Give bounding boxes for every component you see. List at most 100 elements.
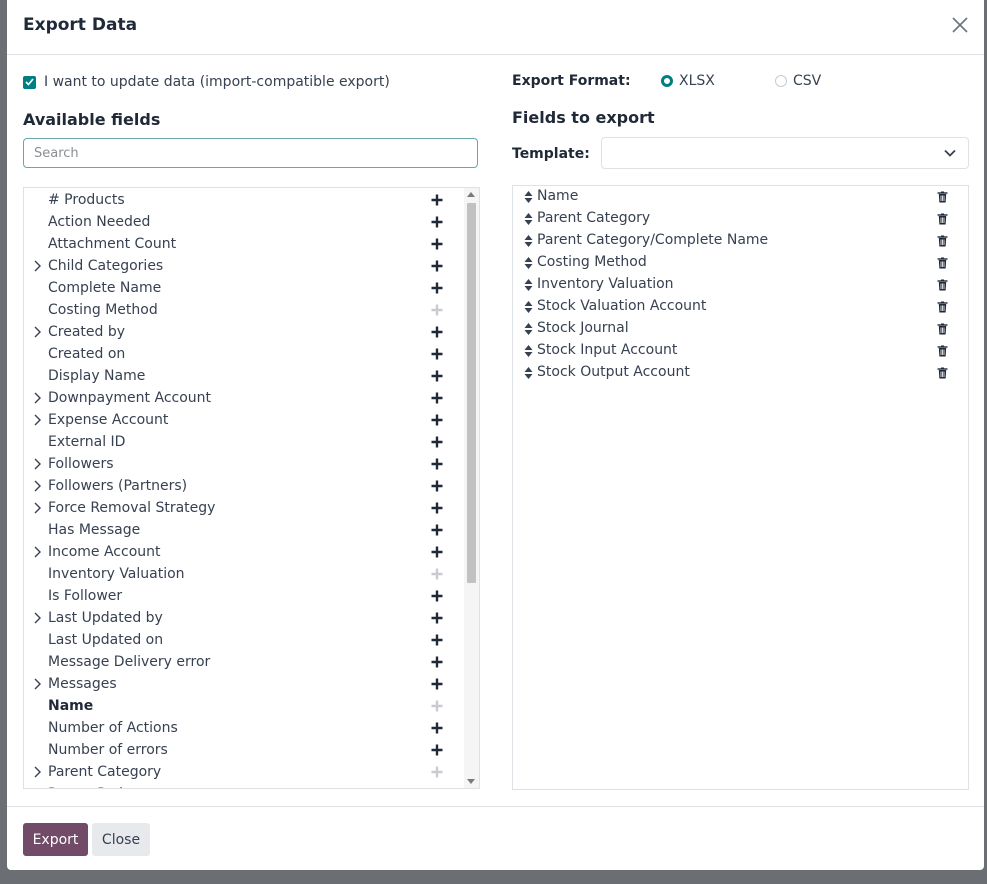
radio-csv[interactable] <box>775 75 787 87</box>
available-field-row[interactable]: # Products <box>24 189 464 211</box>
plus-icon[interactable] <box>431 414 443 426</box>
available-field-row[interactable]: Parent Path <box>24 783 464 789</box>
available-field-row[interactable]: Name <box>24 695 464 717</box>
trash-icon[interactable] <box>937 235 948 247</box>
export-field-row[interactable]: Inventory Valuation <box>513 274 968 296</box>
available-field-row[interactable]: Attachment Count <box>24 233 464 255</box>
scroll-up-arrow-icon[interactable] <box>467 192 475 197</box>
plus-icon[interactable] <box>431 744 443 756</box>
sort-handle-icon[interactable] <box>524 278 533 292</box>
import-compatible-checkbox[interactable]: I want to update data (import-compatible… <box>23 72 390 92</box>
template-select[interactable] <box>601 137 969 169</box>
plus-icon[interactable] <box>431 216 443 228</box>
sort-handle-icon[interactable] <box>524 212 533 226</box>
export-field-row[interactable]: Costing Method <box>513 252 968 274</box>
available-field-row[interactable]: Number of errors <box>24 739 464 761</box>
chevron-right-icon[interactable] <box>32 458 42 470</box>
scroll-down-arrow-icon[interactable] <box>467 779 475 784</box>
plus-icon[interactable] <box>431 502 443 514</box>
export-field-row[interactable]: Parent Category/Complete Name <box>513 230 968 252</box>
plus-icon[interactable] <box>431 788 443 789</box>
radio-csv-label[interactable]: CSV <box>793 73 821 89</box>
plus-icon[interactable] <box>431 348 443 360</box>
trash-icon[interactable] <box>937 279 948 291</box>
plus-icon[interactable] <box>431 370 443 382</box>
available-field-row[interactable]: Expense Account <box>24 409 464 431</box>
trash-icon[interactable] <box>937 323 948 335</box>
plus-icon[interactable] <box>431 282 443 294</box>
plus-icon[interactable] <box>431 260 443 272</box>
radio-xlsx-label[interactable]: XLSX <box>679 73 715 89</box>
plus-icon[interactable] <box>431 612 443 624</box>
chevron-right-icon[interactable] <box>32 546 42 558</box>
available-field-row[interactable]: Action Needed <box>24 211 464 233</box>
chevron-right-icon[interactable] <box>32 502 42 514</box>
sort-handle-icon[interactable] <box>524 256 533 270</box>
chevron-right-icon[interactable] <box>32 392 42 404</box>
sort-handle-icon[interactable] <box>524 344 533 358</box>
plus-icon[interactable] <box>431 678 443 690</box>
plus-icon[interactable] <box>431 436 443 448</box>
export-field-row[interactable]: Parent Category <box>513 208 968 230</box>
available-field-row[interactable]: Parent Category <box>24 761 464 783</box>
chevron-right-icon[interactable] <box>32 480 42 492</box>
available-field-row[interactable]: Costing Method <box>24 299 464 321</box>
available-field-row[interactable]: Created on <box>24 343 464 365</box>
scrollbar-thumb[interactable] <box>467 203 476 583</box>
chevron-right-icon[interactable] <box>32 326 42 338</box>
trash-icon[interactable] <box>937 191 948 203</box>
available-field-row[interactable]: Complete Name <box>24 277 464 299</box>
available-field-row[interactable]: Last Updated by <box>24 607 464 629</box>
plus-icon[interactable] <box>431 326 443 338</box>
export-field-row[interactable]: Stock Input Account <box>513 340 968 362</box>
plus-icon[interactable] <box>431 480 443 492</box>
plus-icon[interactable] <box>431 458 443 470</box>
plus-icon[interactable] <box>431 392 443 404</box>
available-field-row[interactable]: Display Name <box>24 365 464 387</box>
plus-icon[interactable] <box>431 590 443 602</box>
chevron-right-icon[interactable] <box>32 612 42 624</box>
available-field-row[interactable]: Message Delivery error <box>24 651 464 673</box>
export-field-row[interactable]: Stock Output Account <box>513 362 968 384</box>
available-field-row[interactable]: Created by <box>24 321 464 343</box>
chevron-right-icon[interactable] <box>32 678 42 690</box>
radio-xlsx[interactable] <box>661 75 673 87</box>
available-field-row[interactable]: Followers <box>24 453 464 475</box>
available-field-row[interactable]: Child Categories <box>24 255 464 277</box>
plus-icon[interactable] <box>431 238 443 250</box>
plus-icon[interactable] <box>431 546 443 558</box>
chevron-right-icon[interactable] <box>32 260 42 272</box>
trash-icon[interactable] <box>937 257 948 269</box>
available-field-row[interactable]: Inventory Valuation <box>24 563 464 585</box>
available-field-row[interactable]: External ID <box>24 431 464 453</box>
available-field-row[interactable]: Number of Actions <box>24 717 464 739</box>
trash-icon[interactable] <box>937 301 948 313</box>
available-field-row[interactable]: Downpayment Account <box>24 387 464 409</box>
chevron-right-icon[interactable] <box>32 766 42 778</box>
trash-icon[interactable] <box>937 345 948 357</box>
scrollbar[interactable] <box>464 188 479 788</box>
search-input[interactable] <box>23 138 478 168</box>
available-field-row[interactable]: Has Message <box>24 519 464 541</box>
plus-icon[interactable] <box>431 634 443 646</box>
close-icon[interactable] <box>950 14 970 36</box>
trash-icon[interactable] <box>937 367 948 379</box>
available-field-row[interactable]: Followers (Partners) <box>24 475 464 497</box>
sort-handle-icon[interactable] <box>524 190 533 204</box>
export-field-row[interactable]: Stock Journal <box>513 318 968 340</box>
close-button[interactable]: Close <box>92 823 150 856</box>
plus-icon[interactable] <box>431 656 443 668</box>
available-field-row[interactable]: Force Removal Strategy <box>24 497 464 519</box>
trash-icon[interactable] <box>937 213 948 225</box>
sort-handle-icon[interactable] <box>524 366 533 380</box>
checkbox-checked-icon[interactable] <box>23 75 36 89</box>
sort-handle-icon[interactable] <box>524 234 533 248</box>
sort-handle-icon[interactable] <box>524 322 533 336</box>
available-field-row[interactable]: Income Account <box>24 541 464 563</box>
sort-handle-icon[interactable] <box>524 300 533 314</box>
available-field-row[interactable]: Is Follower <box>24 585 464 607</box>
available-field-row[interactable]: Last Updated on <box>24 629 464 651</box>
export-button[interactable]: Export <box>23 823 88 856</box>
export-field-row[interactable]: Stock Valuation Account <box>513 296 968 318</box>
plus-icon[interactable] <box>431 524 443 536</box>
